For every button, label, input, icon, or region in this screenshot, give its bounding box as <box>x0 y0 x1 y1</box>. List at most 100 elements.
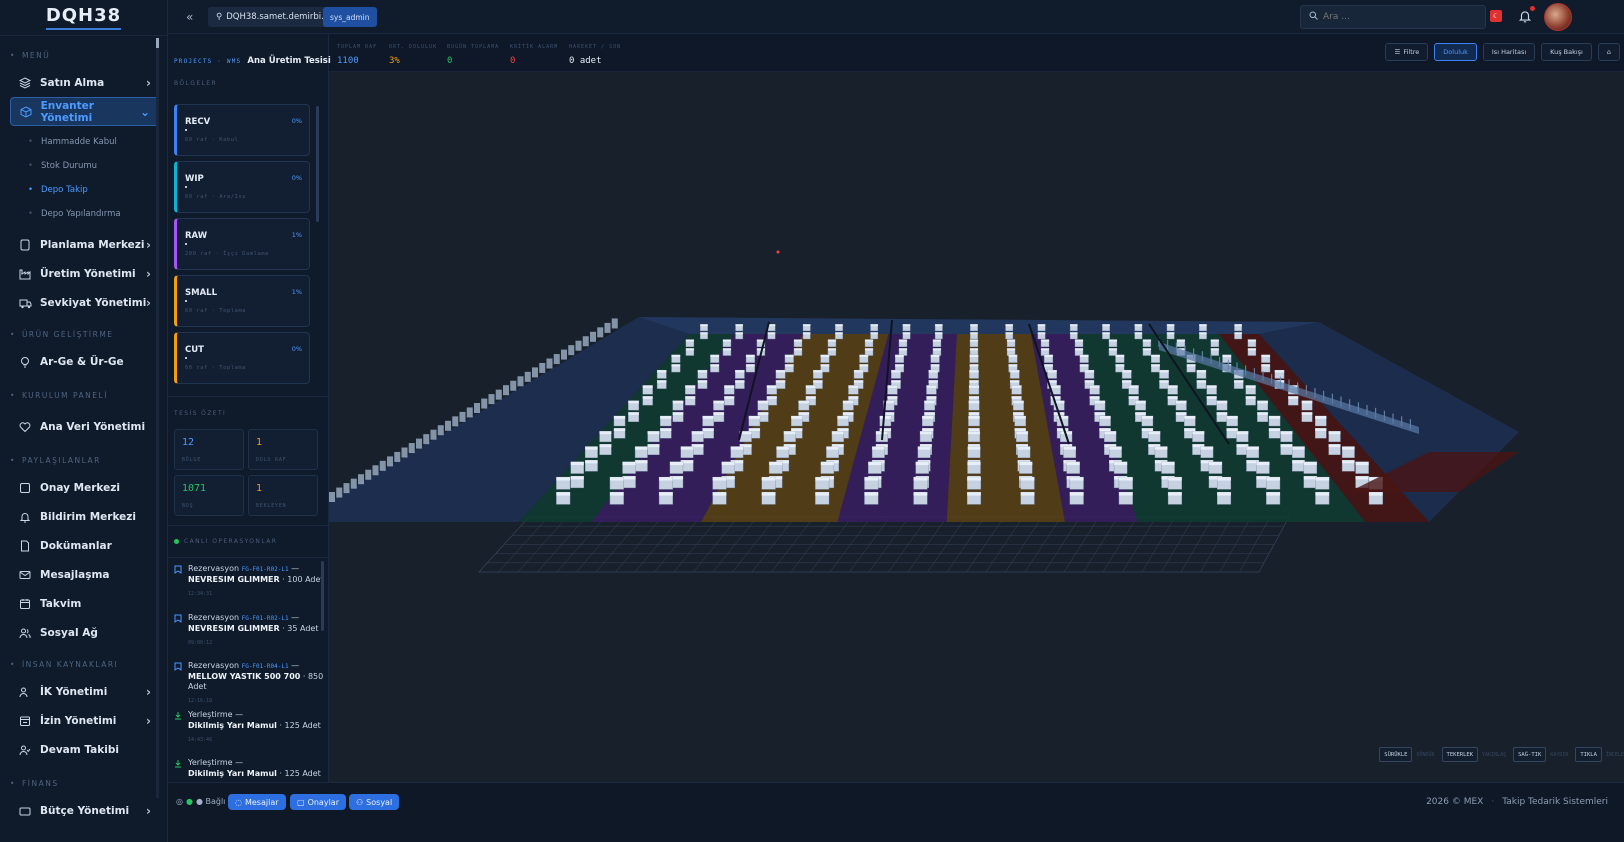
rack-box-top <box>932 339 941 342</box>
feed-item[interactable]: Rezervasyon FG-F01-R02-L1 — NEVRESIM GLIM… <box>174 564 324 599</box>
conveyor-rack <box>611 318 618 329</box>
sidebar-item-envanter[interactable]: Envanter Yönetimi ⌄ <box>10 97 159 126</box>
sidebar-item-dokumanlar[interactable]: Dokümanlar <box>0 531 167 560</box>
sidebar-item-mesajlasma[interactable]: Mesajlaşma <box>0 560 167 589</box>
sidebar-scrollbar[interactable] <box>156 38 159 798</box>
zone-card[interactable]: RAW 1% 200 raf · İşçi Damlama <box>174 218 310 270</box>
zone-card[interactable]: RECV 0% 60 raf · Kabul <box>174 104 310 156</box>
sidebar-item-uretim[interactable]: Üretim Yönetimi › <box>0 259 167 288</box>
rack-box-top <box>1261 364 1270 367</box>
rack-box-top <box>1134 332 1143 335</box>
rack-box-top <box>835 324 843 327</box>
zones-scrollbar[interactable] <box>316 106 319 222</box>
sidebar-item-izin[interactable]: İzin Yönetimi › <box>0 706 167 735</box>
rack-box-top <box>935 332 943 335</box>
rack-box-top <box>1303 476 1317 480</box>
filter-button[interactable]: ☰ Filtre <box>1385 43 1429 61</box>
warehouse-3d-view[interactable] <box>329 72 1624 782</box>
subitem-depo-yapilandirma[interactable]: Depo Yapılandırma <box>0 202 167 226</box>
cube-icon <box>19 105 33 119</box>
zone-card[interactable]: SMALL 1% 60 raf · Toplama <box>174 275 310 327</box>
sidebar-item-ana-veri[interactable]: Ana Veri Yönetimi <box>0 412 167 441</box>
stat-label: BÖLGE <box>182 457 202 463</box>
approvals-button[interactable]: ▢ Onaylar <box>290 794 346 810</box>
subitem-hammadde-kabul[interactable]: Hammadde Kabul <box>0 130 167 154</box>
rack-box-top <box>1328 431 1341 435</box>
zone-fill-indicator <box>185 186 187 188</box>
feed-item[interactable]: Rezervasyon FG-F01-R04-L1 — MELLOW YASTIK… <box>174 661 324 706</box>
stat-label: BEKLEYEN <box>256 503 287 509</box>
subitem-stok-durumu[interactable]: Stok Durumu <box>0 154 167 178</box>
rack-box-top <box>1167 385 1178 388</box>
conveyor-rack <box>517 376 524 387</box>
social-button[interactable]: ⚇ Sosyal <box>349 794 400 810</box>
rack-box-top <box>870 332 878 335</box>
sidebar-item-onay[interactable]: Onay Merkezi <box>0 473 167 502</box>
rack-box-top <box>724 396 735 399</box>
rack-box-top <box>775 370 786 373</box>
rack-box-top <box>1159 370 1169 373</box>
conveyor-rack <box>561 349 567 360</box>
collapse-sidebar-icon[interactable]: « <box>186 10 193 24</box>
rack-box-top <box>713 412 724 415</box>
birdseye-view-button[interactable]: Kuş Bakışı <box>1541 43 1592 61</box>
rack-box-top <box>1176 339 1185 342</box>
sidebar-item-arge[interactable]: Ar-Ge & Ür-Ge <box>0 347 167 376</box>
rack-box-top <box>967 446 981 450</box>
rack-box-top <box>680 446 694 450</box>
warehouse-3d-canvas[interactable] <box>329 72 1624 782</box>
sidebar-item-sevkiyat[interactable]: Sevkiyat Yönetimi › <box>0 288 167 317</box>
turkish-flag-icon[interactable]: ☾ <box>1490 10 1502 22</box>
heatmap-view-button[interactable]: Isı Haritası <box>1482 43 1536 61</box>
kpi-item: HAREKET / SON 0 adet <box>569 44 622 66</box>
rack-box-top <box>968 431 980 435</box>
subitem-depo-takip[interactable]: Depo Takip <box>0 178 167 202</box>
conveyor-rack <box>481 398 488 409</box>
avatar[interactable] <box>1544 3 1572 31</box>
stat-value: 1 <box>256 483 263 494</box>
rack-box-top <box>783 431 796 435</box>
rack-box-top <box>1167 396 1178 399</box>
check-square-icon <box>18 481 32 495</box>
rack-box-top <box>659 492 673 496</box>
app-logo[interactable]: DQH38 <box>0 0 167 36</box>
conveyor-rack <box>474 403 480 413</box>
user-chip[interactable]: ⚲ DQH38.samet.demirbi... <box>208 7 338 27</box>
rack-box-top <box>1256 461 1270 466</box>
rack-box-top <box>784 354 794 358</box>
feed-item[interactable]: Yerleştirme — Dikilmiş Yarı Mamul · 125 … <box>174 758 324 782</box>
rack-box-top <box>848 396 859 399</box>
rack-box-top <box>746 364 755 367</box>
sidebar-item-devam[interactable]: Devam Takibi <box>0 735 167 764</box>
rack-box-top <box>1274 370 1285 373</box>
zone-card[interactable]: WIP 0% 60 raf · Ara/Iss <box>174 161 310 213</box>
chevron-right-icon: › <box>146 684 151 699</box>
rack-box-top <box>917 446 931 450</box>
rack-box-top <box>1196 380 1207 383</box>
home-view-button[interactable]: ⌂ <box>1597 43 1620 61</box>
sidebar-item-bildirim[interactable]: Bildirim Merkezi <box>0 502 167 531</box>
sidebar-item-takvim[interactable]: Takvim <box>0 589 167 618</box>
messages-button[interactable]: ◌ Mesajlar <box>228 794 286 810</box>
zone-card[interactable]: CUT 0% 60 raf · Toplama <box>174 332 310 384</box>
conveyor-rack <box>423 434 430 445</box>
sidebar-item-sosyal-ag[interactable]: Sosyal Ağ <box>0 618 167 647</box>
notification-bell-icon[interactable] <box>1518 6 1535 24</box>
sidebar-item-butce[interactable]: Bütçe Yönetimi › <box>0 796 167 825</box>
search-box[interactable] <box>1300 5 1486 29</box>
rack-box-top <box>622 476 636 480</box>
search-input[interactable] <box>1323 12 1473 22</box>
rack-box-top <box>864 477 879 481</box>
feed-item[interactable]: Rezervasyon FG-F01-R02-L1 — NEVRESIM GLIM… <box>174 613 324 648</box>
rack-box-top <box>1217 477 1231 481</box>
sidebar-item-ik[interactable]: İK Yönetimi › <box>0 677 167 706</box>
occupancy-view-button[interactable]: Doluluk <box>1434 43 1477 61</box>
stat-value: 1 <box>256 437 263 448</box>
feed-scrollbar[interactable] <box>321 561 324 631</box>
rack-box-top <box>613 415 626 419</box>
sidebar-item-satin-alma[interactable]: Satın Alma › <box>0 68 167 97</box>
rack-box-top <box>1328 444 1341 448</box>
feed-item[interactable]: Yerleştirme — Dikilmiş Yarı Mamul · 125 … <box>174 710 324 745</box>
users-icon <box>18 685 32 699</box>
sidebar-item-planlama[interactable]: Planlama Merkezi › <box>0 230 167 259</box>
